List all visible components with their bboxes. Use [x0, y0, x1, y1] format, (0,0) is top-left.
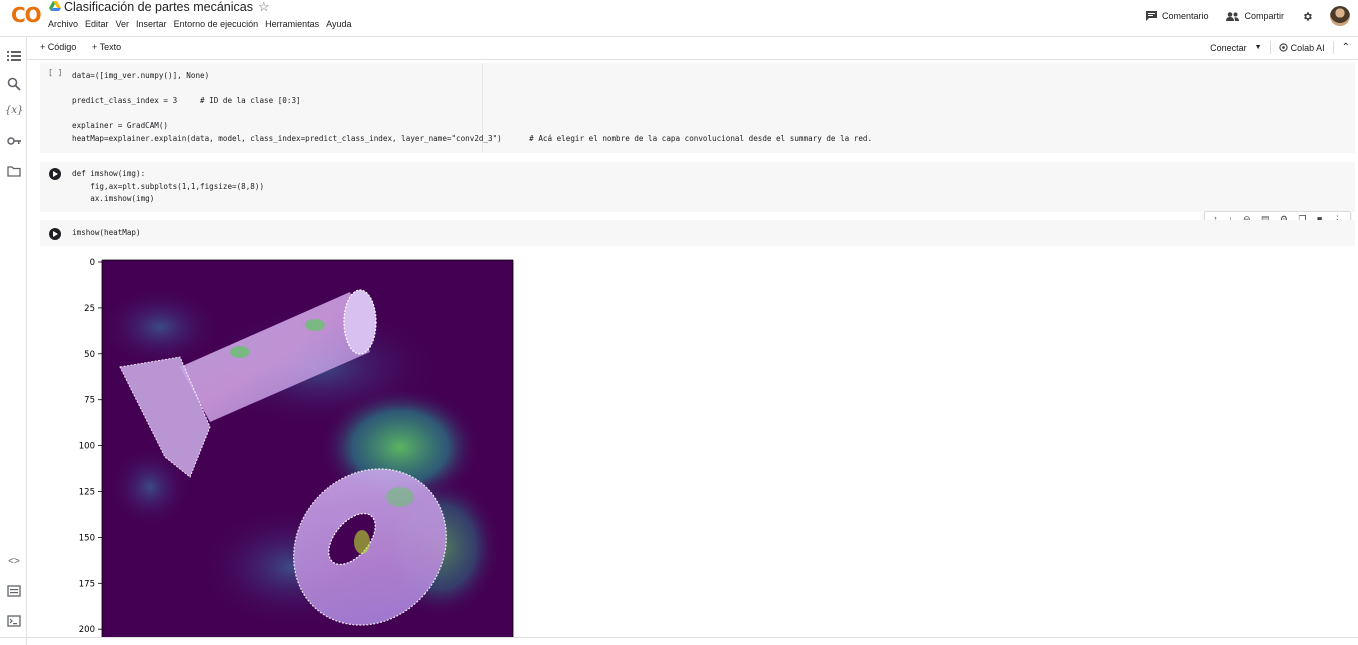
code-line: ​ [72, 83, 872, 96]
add-code-button[interactable]: + Código [40, 42, 76, 52]
left-sidebar: {x} <> [0, 37, 27, 645]
run-cell-2-button[interactable] [49, 168, 61, 180]
menu-herramientas[interactable]: Herramientas [265, 19, 319, 29]
variables-icon[interactable]: {x} [5, 105, 23, 119]
menu-insertar[interactable]: Insertar [136, 19, 167, 29]
menu-editar[interactable]: Editar [85, 19, 109, 29]
collapse-header-icon[interactable]: ⌃ [1342, 42, 1350, 53]
code-line: explainer = GradCAM() [72, 121, 169, 130]
heatmap-plot: 0 25 50 75 100 125 150 175 200 [79, 258, 514, 637]
terminal-icon[interactable] [7, 614, 21, 628]
people-icon [1226, 11, 1240, 21]
top-right-actions: Comentario Compartir [1145, 6, 1350, 26]
add-text-button[interactable]: + Texto [92, 42, 121, 52]
toolbar-divider-2 [1332, 41, 1334, 54]
comment-label: Comentario [1161, 11, 1209, 21]
y-tick-label: 175 [79, 579, 95, 589]
menu-entorno[interactable]: Entorno de ejecución [174, 19, 259, 29]
command-palette-icon[interactable] [7, 584, 21, 598]
toolbar-divider [1269, 41, 1271, 54]
cell-1-code[interactable]: data=([img_ver.numpy()], None)​predict_c… [72, 70, 872, 145]
code-line: heatMap=explainer.explain(data, model, c… [72, 133, 873, 143]
y-tick-label: 75 [84, 396, 95, 406]
menu-ver[interactable]: Ver [116, 19, 130, 29]
table-of-contents-icon[interactable] [7, 49, 21, 63]
share-button[interactable]: Compartir [1226, 11, 1284, 21]
code-line: ax.imshow(img) [72, 194, 155, 203]
y-tick-label: 125 [79, 488, 95, 498]
menu-ayuda[interactable]: Ayuda [326, 19, 351, 29]
comment-button[interactable]: Comentario [1145, 11, 1209, 21]
code-cell-1[interactable]: [ ] data=([img_ver.numpy()], None)​predi… [40, 63, 1355, 153]
code-cell-2[interactable]: def imshow(img): fig,ax=plt.subplots(1,1… [40, 162, 1355, 212]
search-icon[interactable] [7, 77, 21, 91]
y-tick-label: 25 [84, 304, 95, 314]
code-snippets-icon[interactable]: <> [7, 556, 21, 570]
code-cell-3[interactable]: imshow(heatMap) [40, 220, 1355, 246]
top-bar: CO Clasificación de partes mecánicas ☆ A… [0, 0, 1358, 36]
code-line: fig,ax=plt.subplots(1,1,figsize=(8,8)) [72, 181, 265, 191]
cell-3-code[interactable]: imshow(heatMap) [72, 227, 141, 240]
y-ticks: 0 25 50 75 100 125 150 175 200 [79, 258, 102, 635]
cell-2-code[interactable]: def imshow(img): fig,ax=plt.subplots(1,1… [72, 168, 264, 206]
connect-button[interactable]: Conectar [1210, 43, 1247, 53]
user-avatar[interactable] [1330, 6, 1350, 26]
colab-ai-icon [1278, 43, 1288, 52]
y-tick-label: 50 [84, 350, 95, 360]
key-icon[interactable] [7, 134, 21, 148]
google-drive-icon [49, 1, 61, 11]
cell-1-exec-count: [ ] [48, 68, 63, 77]
colab-ai-button[interactable]: Colab AI [1291, 43, 1325, 53]
menu-archivo[interactable]: Archivo [48, 19, 78, 29]
code-line: ​ [72, 108, 872, 121]
code-line: data=([img_ver.numpy()], None) [72, 71, 210, 80]
bottom-divider [0, 637, 1358, 638]
comment-icon [1145, 11, 1157, 21]
cell-3-output: 0 25 50 75 100 125 150 175 200 [40, 247, 1355, 637]
code-line: predict_class_index = 3 # ID de la clase… [72, 96, 301, 105]
star-icon[interactable]: ☆ [258, 0, 270, 15]
y-tick-label: 200 [79, 625, 95, 635]
notebook-toolbar: + Código + Texto Conectar ▼ Colab AI ⌃ [0, 36, 1358, 60]
y-tick-label: 150 [79, 533, 95, 543]
y-tick-label: 100 [79, 442, 95, 452]
y-tick-label: 0 [90, 258, 95, 268]
colab-logo[interactable]: CO [11, 3, 42, 27]
code-line: def imshow(img): [72, 169, 146, 178]
share-label: Compartir [1244, 11, 1284, 21]
gear-icon [1304, 11, 1312, 21]
notebook-title[interactable]: Clasificación de partes mecánicas [64, 0, 253, 14]
connect-dropdown-icon[interactable]: ▼ [1255, 44, 1262, 51]
menu-bar: Archivo Editar Ver Insertar Entorno de e… [48, 19, 359, 29]
toolbar-right: Conectar ▼ Colab AI ⌃ [1210, 41, 1350, 54]
run-cell-3-button[interactable] [49, 228, 61, 240]
settings-button[interactable] [1302, 11, 1318, 22]
folder-icon[interactable] [7, 164, 21, 178]
